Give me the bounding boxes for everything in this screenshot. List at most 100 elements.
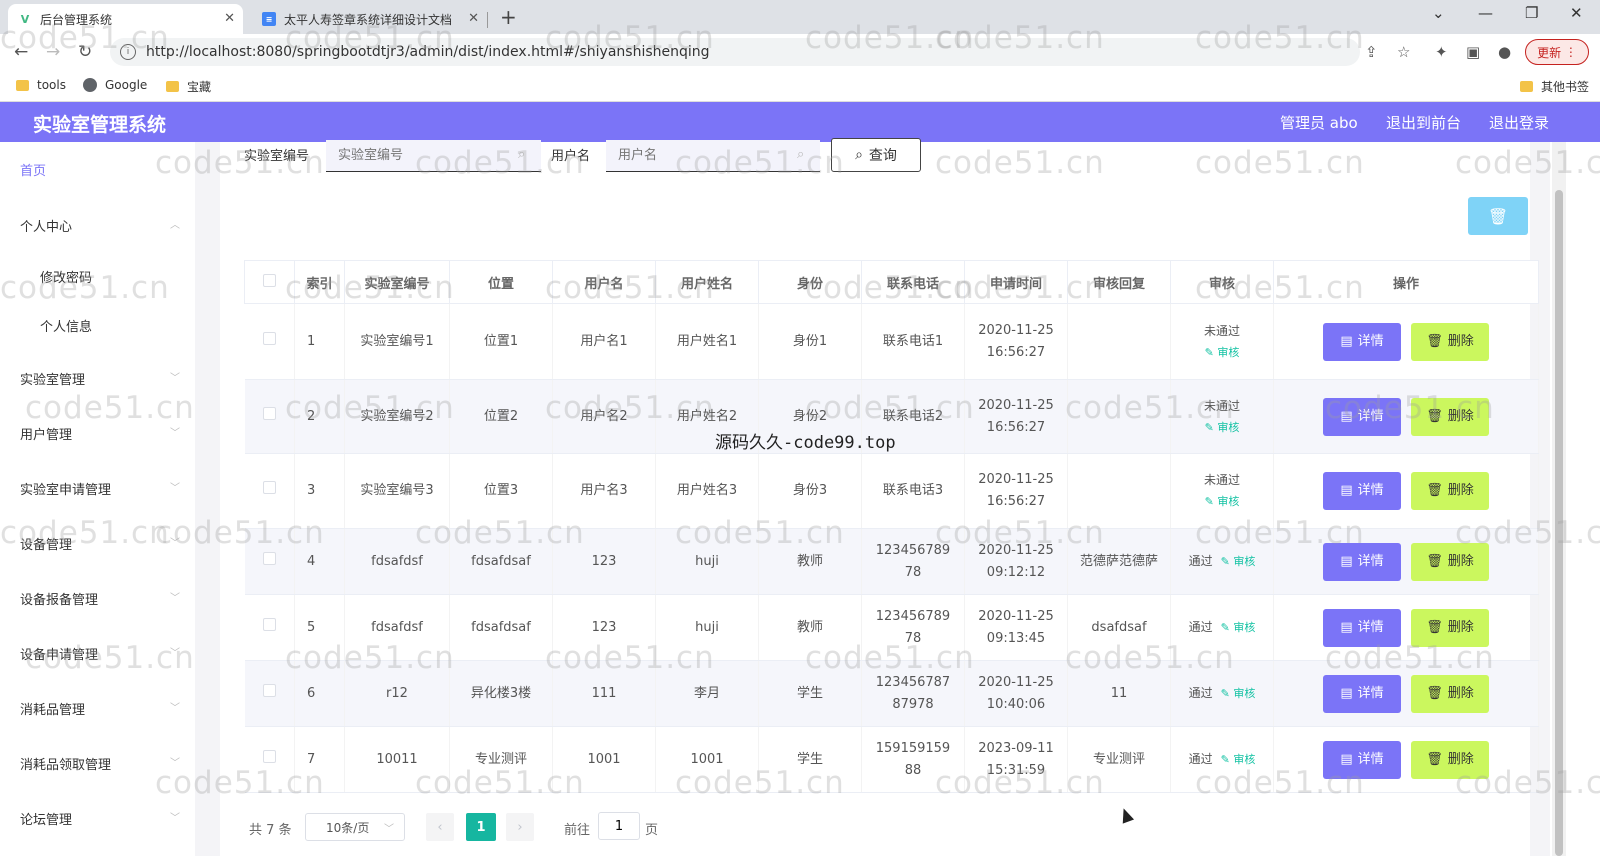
reload-icon[interactable]: ↻ <box>78 42 92 62</box>
column-header: 审核 <box>1170 260 1274 304</box>
page-number[interactable]: 1 <box>466 813 496 841</box>
update-button[interactable]: 更新 ⋮ <box>1525 39 1589 65</box>
review-link[interactable]: ✎ 审核 <box>1205 495 1240 508</box>
review-link[interactable]: ✎ 审核 <box>1221 555 1256 568</box>
row-select-cell[interactable] <box>244 453 295 529</box>
page-size-select[interactable]: 10条/页 ﹀ <box>305 813 405 841</box>
forward-icon[interactable]: → <box>46 42 60 62</box>
sidebar-item-consumables[interactable]: 消耗品管理 ﹀ <box>20 699 180 718</box>
review-link[interactable]: ✎ 审核 <box>1221 621 1256 634</box>
row-select-cell[interactable] <box>244 660 295 727</box>
sidebar-item-label: 论坛管理 <box>20 813 73 828</box>
detail-button[interactable]: ▤ 详情 <box>1323 740 1401 779</box>
sidebar-item-personal-info[interactable]: 个人信息 <box>40 316 180 335</box>
row-checkbox[interactable] <box>262 331 276 345</box>
cell-text: 用户姓名2 <box>676 408 738 424</box>
side-panel-icon[interactable]: ▣ <box>1466 43 1480 61</box>
delete-button[interactable]: 🗑 删除 <box>1411 740 1489 779</box>
review-link[interactable]: ✎ 审核 <box>1221 687 1256 700</box>
query-button[interactable]: ⌕ 查询 <box>831 138 921 172</box>
scrollbar[interactable] <box>1552 142 1566 856</box>
delete-button[interactable]: 🗑 删除 <box>1411 472 1489 510</box>
select-all-checkbox[interactable] <box>263 273 276 287</box>
tab-search-icon[interactable]: ⌄ <box>1432 4 1445 22</box>
bulk-delete-button[interactable]: 🗑 <box>1468 197 1528 235</box>
sidebar-item-change-password[interactable]: 修改密码 <box>40 267 180 286</box>
maximize-icon[interactable]: ❐ <box>1525 4 1538 22</box>
scrollbar-thumb[interactable] <box>1555 190 1563 856</box>
star-icon[interactable]: ☆ <box>1397 43 1410 61</box>
row-checkbox[interactable] <box>262 617 276 631</box>
delete-button[interactable]: 🗑 删除 <box>1411 674 1489 713</box>
row-select-cell[interactable] <box>244 594 295 661</box>
row-select-cell[interactable] <box>244 303 295 380</box>
back-icon[interactable]: ← <box>14 42 28 62</box>
prev-page-button[interactable]: ‹ <box>426 813 454 841</box>
row-checkbox[interactable] <box>262 749 276 763</box>
close-icon[interactable]: ✕ <box>224 11 235 26</box>
app-header: 实验室管理系统 管理员 abo 退出到前台 退出登录 <box>0 102 1600 142</box>
next-page-button[interactable]: › <box>506 813 534 841</box>
close-window-icon[interactable]: ✕ <box>1570 4 1583 22</box>
sidebar-item-lab-management[interactable]: 实验室管理 ﹀ <box>20 369 180 388</box>
detail-button[interactable]: ▤ 详情 <box>1323 322 1401 361</box>
cell-text: 2020-11-25 16:56:27 <box>978 322 1054 360</box>
row-checkbox[interactable] <box>262 406 276 420</box>
sidebar-item-equipment[interactable]: 设备管理 ﹀ <box>20 534 180 553</box>
detail-button[interactable]: ▤ 详情 <box>1323 397 1401 436</box>
logout-link[interactable]: 退出登录 <box>1489 112 1549 133</box>
cell-text: 专业测评 <box>1092 751 1145 767</box>
sidebar-item-consumable-pickup[interactable]: 消耗品领取管理 ﹀ <box>20 754 180 773</box>
cell-time: 2020-11-25 09:12:12 <box>964 528 1068 595</box>
row-checkbox[interactable] <box>262 551 276 565</box>
tab-admin[interactable]: V 后台管理系统 ✕ <box>8 4 243 34</box>
close-icon[interactable]: ✕ <box>468 11 479 26</box>
review-link[interactable]: ✎ 审核 <box>1205 421 1240 434</box>
detail-button[interactable]: ▤ 详情 <box>1323 542 1401 581</box>
review-label: 审核 <box>1233 555 1256 568</box>
delete-button[interactable]: 🗑 删除 <box>1411 608 1489 647</box>
info-icon[interactable]: i <box>120 44 136 60</box>
delete-button[interactable]: 🗑 删除 <box>1411 542 1489 581</box>
row-select-cell[interactable] <box>244 528 295 595</box>
row-checkbox[interactable] <box>262 683 276 697</box>
delete-button[interactable]: 🗑 删除 <box>1411 397 1489 436</box>
extensions-icon[interactable]: ✦ <box>1435 43 1448 61</box>
sidebar-item-equipment-application[interactable]: 设备申请管理 ﹀ <box>20 644 180 663</box>
sidebar-item-home[interactable]: 首页 <box>20 160 180 179</box>
sidebar-item-personal-center[interactable]: 个人中心 ︿ <box>20 216 180 235</box>
detail-button[interactable]: ▤ 详情 <box>1323 674 1401 713</box>
sidebar-item-forum[interactable]: 论坛管理 ﹀ <box>20 809 180 828</box>
select-all-cell[interactable] <box>244 260 295 304</box>
profile-icon[interactable]: ● <box>1498 43 1511 61</box>
sidebar-item-equipment-report[interactable]: 设备报备管理 ﹀ <box>20 589 180 608</box>
review-link[interactable]: ✎ 审核 <box>1205 346 1240 359</box>
detail-button[interactable]: ▤ 详情 <box>1323 472 1401 510</box>
goto-page-input[interactable] <box>598 812 640 840</box>
share-icon[interactable]: ⇪ <box>1365 43 1378 61</box>
cell-lab: 实验室编号2 <box>344 379 450 454</box>
sidebar-item-lab-application[interactable]: 实验室申请管理 ﹀ <box>20 479 180 498</box>
cell-text: 位置1 <box>483 333 519 349</box>
minimize-icon[interactable]: — <box>1478 4 1493 22</box>
bookmark-google[interactable]: Google <box>83 78 147 92</box>
lab-number-input[interactable] <box>326 140 541 172</box>
delete-button[interactable]: 🗑 删除 <box>1411 322 1489 361</box>
bookmark-tools[interactable]: tools <box>16 78 66 92</box>
sidebar-item-user-management[interactable]: 用户管理 ﹀ <box>20 424 180 443</box>
chevron-down-icon: ﹀ <box>170 483 180 494</box>
bookmarks-bar: tools Google 宝藏 其他书签 <box>0 70 1600 102</box>
row-checkbox[interactable] <box>262 481 276 494</box>
url-field[interactable]: i http://localhost:8080/springbootdtjr3/… <box>110 38 1360 66</box>
username-input[interactable] <box>606 140 820 172</box>
other-bookmarks[interactable]: 其他书签 <box>1520 78 1589 95</box>
new-tab-icon[interactable]: + <box>500 5 517 29</box>
row-select-cell[interactable] <box>244 379 295 454</box>
bookmark-treasure[interactable]: 宝藏 <box>166 78 211 95</box>
detail-button[interactable]: ▤ 详情 <box>1323 608 1401 647</box>
tab-doc[interactable]: ≡ 太平人寿签章系统详细设计文档 ✕ <box>252 4 487 34</box>
review-link[interactable]: ✎ 审核 <box>1221 753 1256 766</box>
row-select-cell[interactable] <box>244 726 295 793</box>
edit-icon: ✎ <box>1204 420 1218 434</box>
back-to-front-link[interactable]: 退出到前台 <box>1386 112 1461 133</box>
